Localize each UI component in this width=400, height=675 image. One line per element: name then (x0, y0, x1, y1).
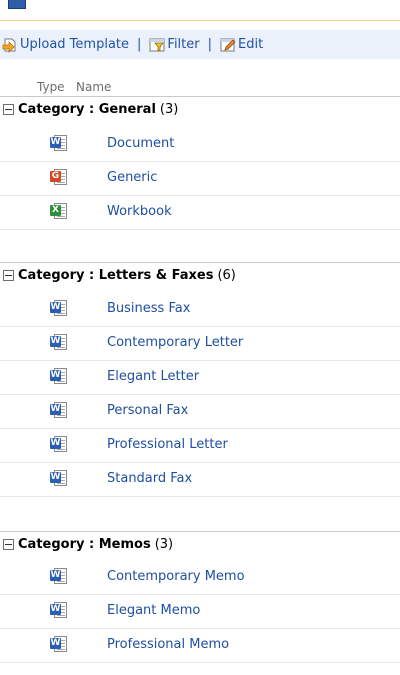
collapse-toggle-icon[interactable] (3, 103, 14, 115)
word-document-icon[interactable]: W (50, 334, 68, 350)
list-item: W Contemporary Letter (0, 327, 400, 361)
category-title: Category : Letters & Faxes (18, 267, 214, 283)
category-header-letters-faxes: Category : Letters & Faxes (6) (0, 262, 400, 287)
column-header: Type Name (0, 80, 400, 95)
template-link[interactable]: Contemporary Memo (107, 569, 245, 584)
list-item: W Elegant Memo (0, 595, 400, 629)
template-link[interactable]: Professional Letter (107, 437, 228, 452)
edit-label: Edit (238, 37, 264, 52)
category-count: (6) (217, 267, 236, 283)
column-name-header[interactable]: Name (76, 80, 111, 94)
template-link[interactable]: Elegant Letter (107, 369, 199, 384)
template-link[interactable]: Professional Memo (107, 637, 229, 652)
generic-document-icon[interactable]: G (50, 169, 68, 185)
filter-button[interactable]: Filter (149, 37, 200, 53)
upload-icon (2, 37, 18, 53)
list-item: W Elegant Letter (0, 361, 400, 395)
toolbar-separator: | (207, 37, 212, 52)
app-icon (8, 0, 26, 9)
collapse-toggle-icon[interactable] (3, 269, 14, 281)
template-link[interactable]: Contemporary Letter (107, 335, 243, 350)
toolbar-separator: | (137, 37, 142, 52)
list-item: W Standard Fax (0, 463, 400, 497)
filter-label: Filter (167, 37, 200, 52)
list-item: W Contemporary Memo (0, 561, 400, 595)
word-document-icon[interactable]: W (50, 135, 68, 151)
word-document-icon[interactable]: W (50, 368, 68, 384)
category-count: (3) (159, 101, 179, 117)
template-link[interactable]: Workbook (107, 204, 172, 219)
excel-workbook-icon[interactable]: X (50, 203, 68, 219)
word-document-icon[interactable]: W (50, 602, 68, 618)
edit-button[interactable]: Edit (220, 37, 263, 53)
word-document-icon[interactable]: W (50, 402, 68, 418)
template-link[interactable]: Document (107, 136, 174, 151)
list-item: W Professional Letter (0, 429, 400, 463)
list-item: W Business Fax (0, 293, 400, 327)
template-link[interactable]: Personal Fax (107, 403, 188, 418)
column-type-header[interactable]: Type (37, 80, 65, 94)
word-document-icon[interactable]: W (50, 636, 68, 652)
list-item: W Personal Fax (0, 395, 400, 429)
template-link[interactable]: Standard Fax (107, 471, 192, 486)
top-strip (0, 0, 400, 21)
upload-template-button[interactable]: Upload Template (2, 37, 129, 53)
word-document-icon[interactable]: W (50, 300, 68, 316)
list-item: X Workbook (0, 196, 400, 230)
category-title: Category : General (18, 101, 156, 117)
category-header-memos: Category : Memos (3) (0, 531, 400, 556)
list-item: W Document (0, 128, 400, 162)
filter-icon (149, 37, 165, 53)
template-link[interactable]: Business Fax (107, 301, 190, 316)
category-header-general: Category : General (3) (0, 96, 400, 121)
word-document-icon[interactable]: W (50, 568, 68, 584)
word-document-icon[interactable]: W (50, 470, 68, 486)
template-link[interactable]: Generic (107, 170, 157, 185)
toolbar: Upload Template | Filter | Edit (0, 30, 400, 59)
category-title: Category : Memos (18, 536, 151, 552)
category-count: (3) (154, 536, 174, 552)
upload-template-label: Upload Template (20, 37, 130, 52)
list-item: W Professional Memo (0, 629, 400, 663)
word-document-icon[interactable]: W (50, 436, 68, 452)
template-link[interactable]: Elegant Memo (107, 603, 200, 618)
list-item: G Generic (0, 162, 400, 196)
edit-icon (220, 37, 236, 53)
collapse-toggle-icon[interactable] (3, 538, 14, 550)
